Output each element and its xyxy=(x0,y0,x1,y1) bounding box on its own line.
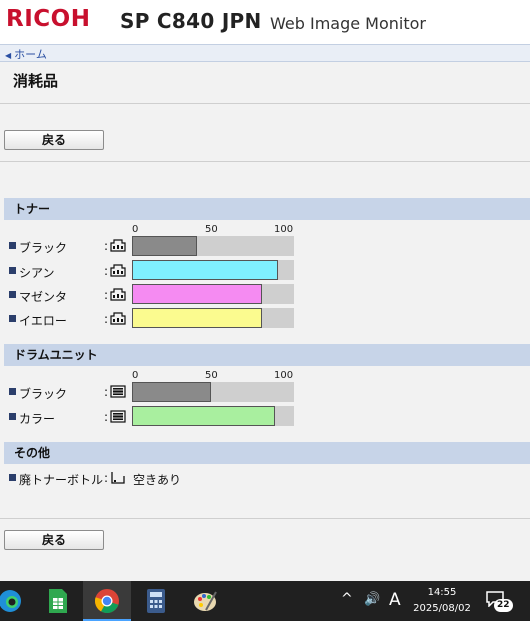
toner-cartridge-icon xyxy=(110,239,126,252)
waste-bottle-icon xyxy=(111,472,125,484)
back-button-top[interactable]: 戻る xyxy=(4,130,104,150)
toner-level-track xyxy=(132,260,294,280)
breadcrumb: ◀ ホーム xyxy=(0,44,530,62)
toner-level-bar xyxy=(132,236,197,256)
ime-mode-indicator[interactable]: A xyxy=(389,590,401,610)
toner-label: イエロー xyxy=(19,314,67,328)
breadcrumb-home-link[interactable]: ◀ ホーム xyxy=(5,46,47,62)
bullet-icon xyxy=(9,242,16,249)
spreadsheet-app-icon[interactable] xyxy=(44,587,72,615)
breadcrumb-home-label: ホーム xyxy=(14,48,47,61)
toner-label: マゼンタ xyxy=(19,290,68,304)
bullet-icon xyxy=(9,413,16,420)
windows-taskbar: ^ 🔊 A 14:55 2025/08/02 22 xyxy=(0,581,530,621)
chrome-browser-icon[interactable] xyxy=(93,587,121,615)
toner-level-bar xyxy=(132,260,278,280)
scale-min: 0 xyxy=(132,224,139,235)
scale-max: 100 xyxy=(274,370,294,381)
toner-cartridge-icon xyxy=(110,288,126,301)
waste-toner-label: 廃トナーボトル xyxy=(19,473,104,487)
toner-level-track xyxy=(132,308,294,328)
drum-level-track xyxy=(132,406,294,426)
product-name: Web Image Monitor xyxy=(270,14,426,33)
divider xyxy=(0,161,530,162)
bullet-icon xyxy=(9,267,16,274)
divider xyxy=(0,103,530,104)
drum-unit-icon xyxy=(110,410,126,423)
paint-app-icon[interactable] xyxy=(191,587,219,615)
toner-level-bar xyxy=(132,284,262,304)
drum-label: カラー xyxy=(19,412,56,426)
bullet-icon xyxy=(9,474,16,481)
drum-unit-icon xyxy=(110,385,126,398)
edge-browser-icon[interactable] xyxy=(0,587,24,615)
drum-level-bar xyxy=(132,406,275,426)
toner-label: シアン xyxy=(19,266,55,280)
scale-min: 0 xyxy=(132,370,139,381)
toner-cartridge-icon xyxy=(110,264,126,277)
toner-level-track xyxy=(132,236,294,256)
toner-level-track xyxy=(132,284,294,304)
bullet-icon xyxy=(9,315,16,322)
ricoh-logo: RICOH xyxy=(6,6,91,32)
waste-toner-status: 空きあり xyxy=(133,473,182,487)
bullet-icon xyxy=(9,388,16,395)
printer-model: SP C840 JPN xyxy=(120,9,262,33)
speaker-icon[interactable]: 🔊 xyxy=(364,592,380,607)
notification-count-badge: 22 xyxy=(494,599,513,612)
back-button-bottom[interactable]: 戻る xyxy=(4,530,104,550)
scale-mid: 50 xyxy=(205,224,218,235)
divider xyxy=(0,518,530,519)
drum-label: ブラック xyxy=(19,387,68,401)
bullet-icon xyxy=(9,291,16,298)
section-other-heading: その他 xyxy=(4,442,530,464)
page-title: 消耗品 xyxy=(13,72,59,90)
app-header: RICOH SP C840 JPN Web Image Monitor xyxy=(0,0,530,44)
drum-level-bar xyxy=(132,382,211,402)
clock-time: 14:55 xyxy=(427,587,457,598)
section-drum-heading: ドラムユニット xyxy=(4,344,530,366)
chevron-up-icon[interactable]: ^ xyxy=(341,591,353,607)
notification-center-button[interactable]: 22 xyxy=(486,591,516,617)
drum-level-track xyxy=(132,382,294,402)
scale-max: 100 xyxy=(274,224,294,235)
scale-mid: 50 xyxy=(205,370,218,381)
chevron-left-icon: ◀ xyxy=(5,50,12,60)
toner-cartridge-icon xyxy=(110,312,126,325)
calculator-app-icon[interactable] xyxy=(142,587,170,615)
section-toner-heading: トナー xyxy=(4,198,530,220)
toner-level-bar xyxy=(132,308,262,328)
clock-date: 2025/08/02 xyxy=(413,603,471,614)
taskbar-clock[interactable]: 14:55 2025/08/02 xyxy=(410,585,474,617)
toner-label: ブラック xyxy=(19,241,68,255)
